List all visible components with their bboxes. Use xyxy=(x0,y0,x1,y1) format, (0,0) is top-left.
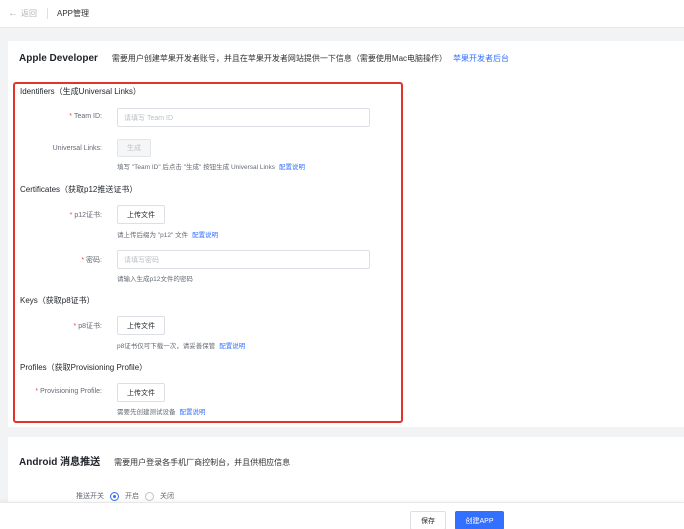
divider xyxy=(47,8,48,19)
password-input[interactable]: 请填写密码 xyxy=(117,250,370,269)
push-switch-label: 推送开关 xyxy=(76,493,104,500)
universal-links-hint: 填写 "Team ID" 后点击 "生成" 按钮生成 Universal Lin… xyxy=(117,164,306,171)
p12-hint: 请上传后缀为 "p12" 文件 配置说明 xyxy=(117,232,219,239)
back-button[interactable]: ← 返回 xyxy=(8,8,37,19)
radio-on-label: 开启 xyxy=(125,493,139,500)
apple-card-title: Apple Developer xyxy=(19,53,98,64)
provisioning-profile-label: * Provisioning Profile: xyxy=(35,388,102,395)
team-id-input[interactable]: 请填写 Team ID xyxy=(117,108,370,127)
radio-on[interactable] xyxy=(110,491,119,501)
back-label: 返回 xyxy=(21,9,37,18)
radio-off[interactable] xyxy=(145,491,154,501)
page-title: APP管理 xyxy=(57,9,90,18)
p12-config-link[interactable]: 配置说明 xyxy=(192,232,218,239)
save-button[interactable]: 保存 xyxy=(410,511,446,529)
profile-upload-button[interactable]: 上传文件 xyxy=(117,383,165,402)
universal-config-link[interactable]: 配置说明 xyxy=(279,164,305,171)
radio-off-label: 关闭 xyxy=(160,493,174,500)
profile-hint: 需要先创建测试设备 配置说明 xyxy=(117,409,206,416)
keys-heading: Keys（获取p8证书） xyxy=(20,296,95,305)
android-card-description: 需要用户登录各手机厂商控制台，并且供相应信息 xyxy=(114,458,291,467)
password-label: * 密码: xyxy=(81,257,102,264)
apple-developer-link[interactable]: 苹果开发者后台 xyxy=(453,53,509,64)
p8-hint: p8证书仅可下载一次，请妥善保管 配置说明 xyxy=(117,343,246,350)
p12-upload-button[interactable]: 上传文件 xyxy=(117,205,165,224)
p8-label: * p8证书: xyxy=(73,323,102,330)
footer-bar: 保存 创建APP xyxy=(0,502,684,529)
android-card-title: Android 消息推送 xyxy=(19,457,101,468)
apple-card-header: Apple Developer 需要用户创建苹果开发者账号，并且在苹果开发者网站… xyxy=(19,53,509,64)
identifiers-heading: Identifiers（生成Universal Links） xyxy=(20,87,141,96)
certificates-heading: Certificates（获取p12推送证书） xyxy=(20,185,138,194)
android-push-row: 推送开关 开启 关闭 xyxy=(76,491,174,501)
p8-upload-button[interactable]: 上传文件 xyxy=(117,316,165,335)
apple-card-description: 需要用户创建苹果开发者账号，并且在苹果开发者网站提供一下信息（需要使用Mac电脑… xyxy=(111,54,448,63)
team-id-label: * Team ID: xyxy=(69,113,102,120)
p12-label: * p12证书: xyxy=(69,212,102,219)
top-bar: ← 返回 APP管理 xyxy=(0,0,684,28)
arrow-left-icon: ← xyxy=(8,7,18,19)
create-app-button[interactable]: 创建APP xyxy=(455,511,504,529)
generate-button[interactable]: 生成 xyxy=(117,139,151,157)
android-card-header: Android 消息推送 需要用户登录各手机厂商控制台，并且供相应信息 xyxy=(19,453,290,468)
password-hint: 请输入生成p12文件的密码 xyxy=(117,276,193,283)
universal-links-label: Universal Links: xyxy=(52,145,102,152)
profiles-heading: Profiles（获取Provisioning Profile） xyxy=(20,363,148,372)
profile-config-link[interactable]: 配置说明 xyxy=(180,409,206,416)
p8-config-link[interactable]: 配置说明 xyxy=(219,343,245,350)
